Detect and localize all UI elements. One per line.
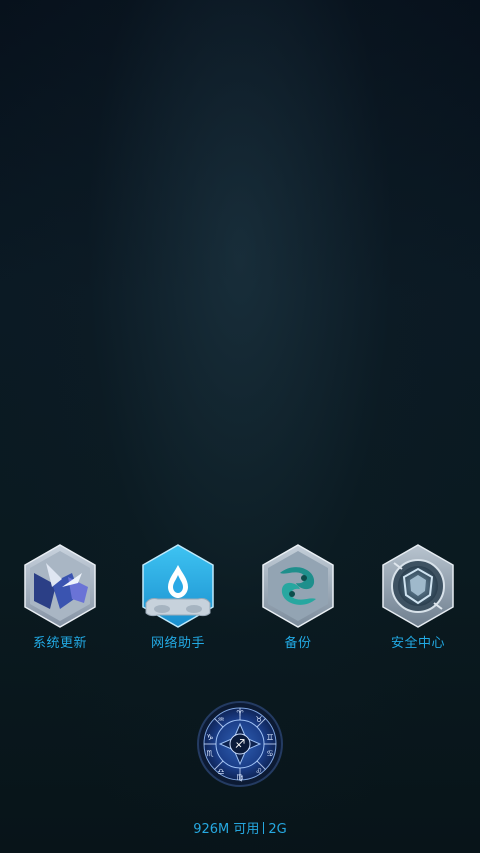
svg-text:♐: ♐ [235, 737, 246, 751]
svg-text:♑: ♑ [206, 733, 213, 742]
svg-text:♋: ♋ [266, 749, 273, 758]
app-backup[interactable]: 备份 [238, 543, 358, 651]
zodiac-sagittarius-icon[interactable]: ♈ ♉ ♊ ♋ ♌ ♍ ♎ ♏ ♑ ♒ ♐ [196, 700, 284, 788]
network-assistant-icon [142, 544, 214, 628]
app-network-assistant[interactable]: 网络助手 [118, 543, 238, 651]
security-center-icon [382, 544, 454, 628]
app-security-center[interactable]: 安全中心 [358, 543, 478, 651]
system-update-icon [24, 544, 96, 628]
app-label: 安全中心 [390, 636, 445, 651]
svg-text:♌: ♌ [255, 767, 262, 776]
svg-text:♒: ♒ [217, 715, 224, 724]
memory-status: 926M 可用 2G [0, 818, 480, 837]
svg-text:♈: ♈ [236, 709, 243, 718]
backup-icon [262, 544, 334, 628]
svg-text:♊: ♊ [266, 733, 273, 742]
app-grid: 系统更新 网络助手 备份 安全中心 [0, 543, 480, 663]
network-type-text: 2G [268, 822, 287, 837]
app-system-update[interactable]: 系统更新 [0, 543, 120, 651]
app-label: 备份 [284, 636, 312, 651]
svg-text:♉: ♉ [255, 715, 262, 724]
svg-text:♍: ♍ [236, 773, 243, 782]
svg-text:♏: ♏ [206, 749, 214, 758]
memory-available-text: 926M 可用 [193, 822, 260, 837]
status-divider [263, 822, 265, 834]
app-label: 系统更新 [32, 636, 87, 651]
app-label: 网络助手 [150, 636, 205, 651]
svg-text:♎: ♎ [217, 767, 224, 776]
